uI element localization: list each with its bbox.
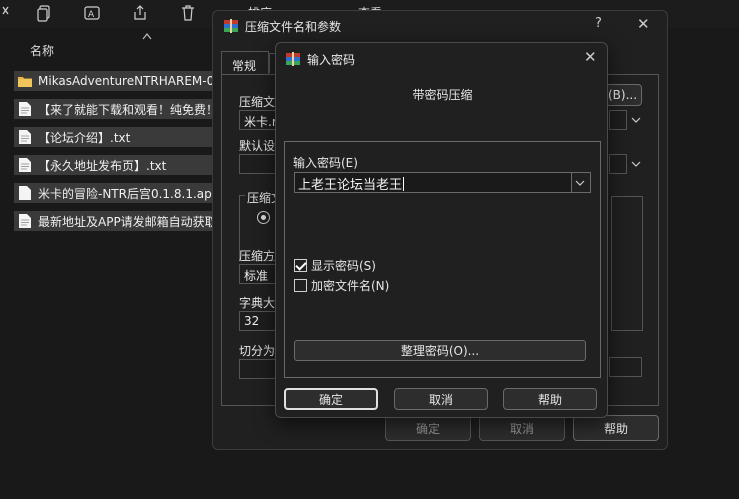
ok-button[interactable]: 确定 [385,415,471,441]
chevron-down-icon[interactable] [631,161,641,167]
show-password-label: 显示密码(S) [311,259,376,273]
options-group [611,196,643,331]
password-heading: 带密码压缩 [412,88,473,102]
encrypt-filenames-checkbox[interactable]: 加密文件名(N) [294,277,389,294]
checkbox-checked-icon [294,259,307,272]
list-item[interactable]: 米卡的冒险-NTR后宫0.1.8.1.apk [14,183,214,203]
copy-icon[interactable] [35,4,53,22]
archive-name-label: 压缩文 [239,95,276,109]
column-header-name[interactable]: 名称 [30,42,54,59]
cut-icon[interactable] [0,4,18,22]
list-item[interactable]: 最新地址及APP请发邮箱自动获取 [14,211,214,231]
close-icon[interactable]: ✕ [584,48,597,66]
profile-select-tail[interactable] [609,154,627,174]
list-item[interactable]: MikasAdventureNTRHAREM-0 [14,71,214,91]
chevron-down-icon [575,180,585,186]
help-button[interactable]: 帮助 [503,388,597,410]
tab-general[interactable]: 常规 [221,51,269,75]
help-icon[interactable]: ? [595,16,602,31]
password-history-dropdown[interactable] [571,172,591,193]
password-dialog-title: 输入密码 [307,53,356,67]
password-dialog: 输入密码 ✕ 带密码压缩 输入密码(E) 上老王论坛当老王 显示密码(S) 加密… [275,42,608,418]
ok-button[interactable]: 确定 [284,388,378,410]
split-select[interactable] [239,359,279,379]
delete-icon[interactable] [179,4,197,22]
svg-text:A: A [88,10,95,20]
file-name: MikasAdventureNTRHAREM-0 [38,74,214,88]
winrar-icon [286,52,300,66]
help-button[interactable]: 帮助 [573,415,659,441]
split-label: 切分为 [239,344,276,358]
file-name: 米卡的冒险-NTR后宫0.1.8.1.apk [38,186,214,201]
method-select[interactable]: 标准 [239,264,279,284]
text-caret [403,177,405,191]
format-radio-rar[interactable] [257,211,270,224]
rename-icon[interactable]: A [83,4,101,22]
organize-passwords-button[interactable]: 整理密码(O)... [294,340,586,361]
password-input[interactable]: 上老王论坛当老王 [294,172,572,193]
list-item[interactable]: 【来了就能下载和观看！纯免费！ [14,99,214,119]
list-item[interactable]: 【论坛介绍】.txt [14,127,214,147]
share-icon[interactable] [131,4,149,22]
password-input-label: 输入密码(E) [293,156,358,170]
show-password-checkbox[interactable]: 显示密码(S) [294,257,376,274]
dialog-title: 压缩文件名和参数 [245,20,342,34]
sort-up-icon [142,33,152,40]
file-icon [19,186,31,200]
list-item[interactable]: 【永久地址发布页】.txt [14,155,214,175]
method-label: 压缩方 [239,249,276,263]
split-select-tail[interactable] [609,357,642,377]
text-file-icon [19,130,31,144]
winrar-icon [224,19,238,33]
file-name: 【永久地址发布页】.txt [38,158,167,173]
cancel-button[interactable]: 取消 [394,388,488,410]
text-file-icon [19,158,31,172]
dictionary-label: 字典大 [239,296,276,310]
browse-button[interactable]: (B)... [605,84,642,106]
close-icon[interactable]: ✕ [637,15,650,33]
checkbox-unchecked-icon [294,279,307,292]
profile-select[interactable] [239,154,279,174]
file-name: 【论坛介绍】.txt [38,130,131,145]
archive-name-dropdown-tail[interactable] [609,110,627,130]
file-name: 【来了就能下载和观看！纯免费！ [38,102,214,117]
dictionary-select[interactable]: 32 [239,311,279,331]
text-file-icon [19,214,31,228]
chevron-down-icon[interactable] [631,117,641,123]
folder-icon [18,77,32,87]
encrypt-filenames-label: 加密文件名(N) [311,279,390,293]
password-value: 上老王论坛当老王 [298,178,403,193]
file-name: 最新地址及APP请发邮箱自动获取 [38,214,214,229]
text-file-icon [19,102,31,116]
default-profile-label: 默认设 [239,139,276,153]
cancel-button[interactable]: 取消 [479,415,565,441]
